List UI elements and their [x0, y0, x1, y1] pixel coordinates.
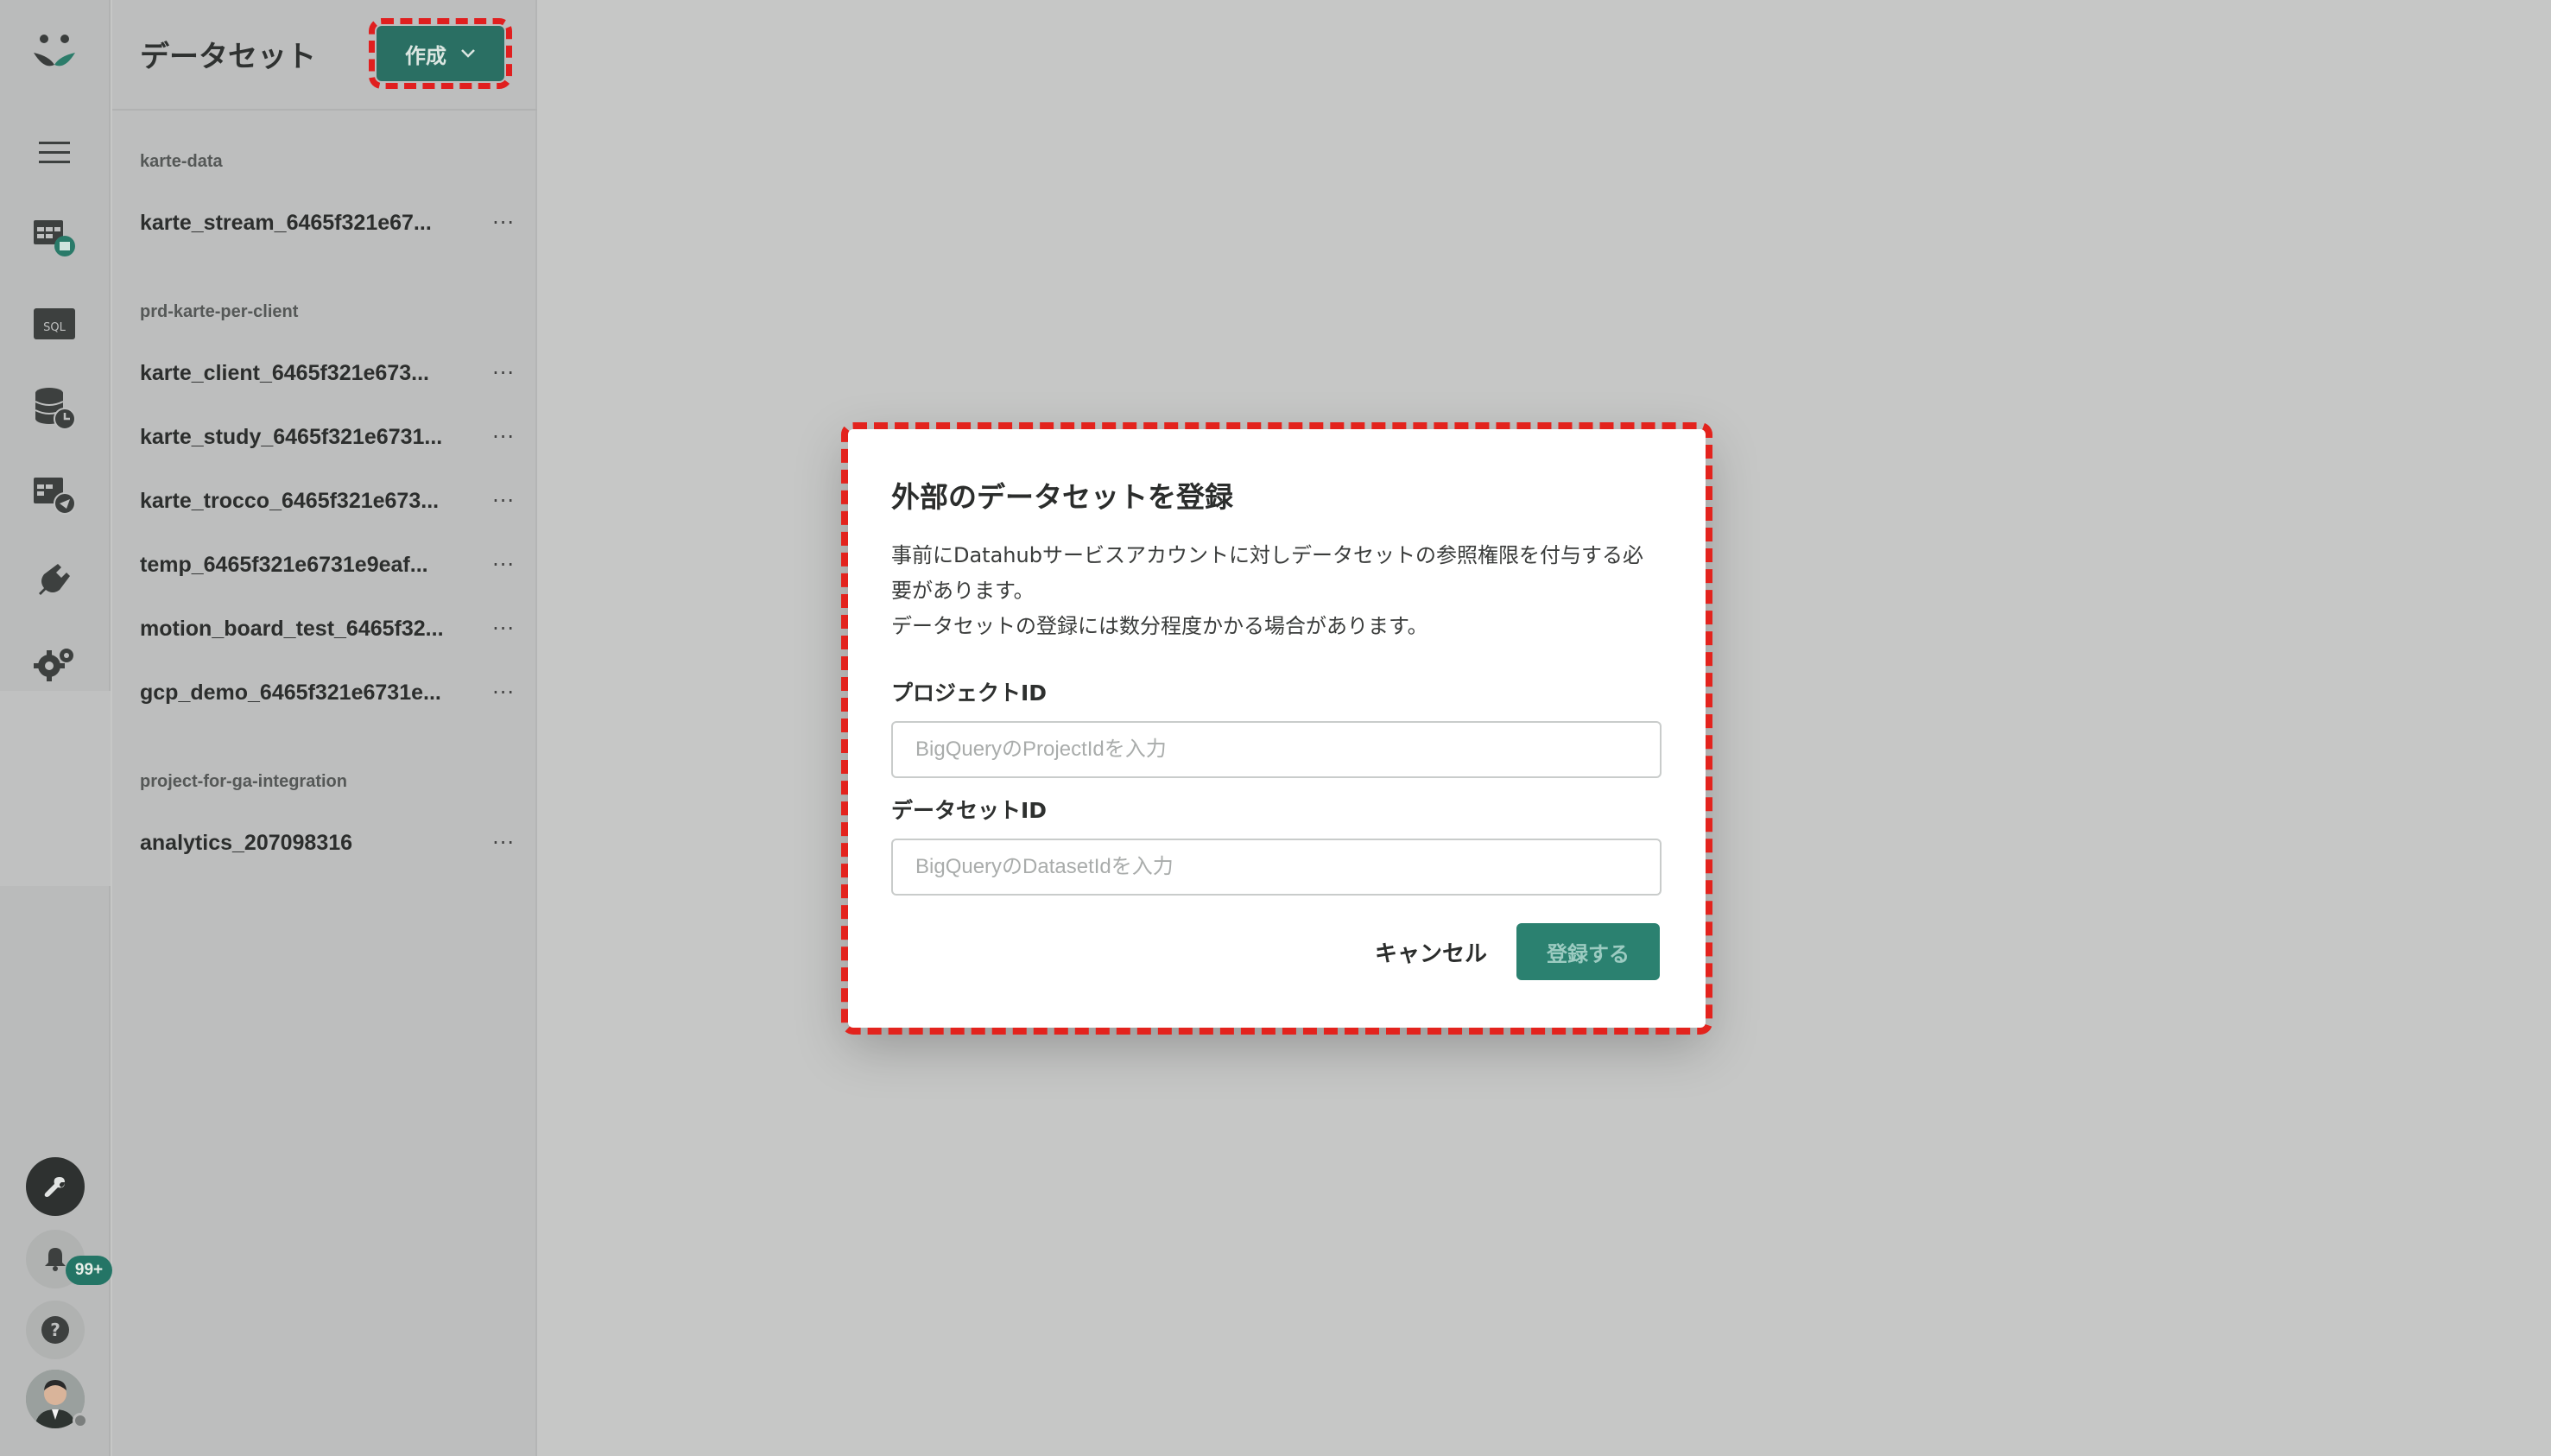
dataset-item[interactable]: motion_board_test_6465f32... ··· [140, 608, 520, 649]
dataset-id-input[interactable] [891, 839, 1662, 896]
dialog-title: 外部のデータセットを登録 [891, 480, 1233, 514]
page-title: データセット [140, 40, 316, 74]
more-options-icon[interactable]: ··· [492, 425, 520, 449]
help-button[interactable]: ? [26, 1301, 85, 1359]
register-dataset-dialog: 外部のデータセットを登録 事前にDatahubサービスアカウントに対しデータセッ… [841, 422, 1712, 1035]
database-clock-icon[interactable] [26, 380, 83, 437]
group-label: project-for-ga-integration [140, 772, 347, 791]
more-options-icon[interactable]: ··· [492, 211, 520, 235]
app: SQL 99+ ? データセット 作成 karte-data karte_str… [0, 0, 2551, 1456]
dataset-table-icon[interactable] [26, 209, 83, 266]
dataset-name: karte_stream_6465f321e67... [140, 210, 432, 235]
dataset-item[interactable]: temp_6465f321e6731e9eaf... ··· [140, 544, 520, 586]
description-line: データセットの登録には数分程度かかる場合があります。 [891, 614, 1428, 638]
presence-dot [73, 1413, 88, 1428]
svg-text:?: ? [50, 1320, 60, 1340]
dataset-name: karte_client_6465f321e673... [140, 360, 429, 385]
more-options-icon[interactable]: ··· [492, 489, 520, 513]
more-options-icon[interactable]: ··· [492, 617, 520, 641]
project-id-label: プロジェクトID [891, 681, 1048, 706]
dataset-panel: データセット 作成 karte-data karte_stream_6465f3… [112, 0, 537, 1456]
sql-icon[interactable]: SQL [26, 295, 83, 352]
table-send-icon[interactable] [26, 466, 83, 523]
settings-gear-icon[interactable] [26, 636, 83, 693]
dataset-id-label: データセットID [891, 798, 1048, 823]
wrench-icon [44, 1177, 65, 1197]
group-label: karte-data [140, 152, 223, 171]
tools-wrench-button[interactable] [26, 1157, 85, 1216]
more-options-icon[interactable]: ··· [492, 553, 520, 577]
dataset-item[interactable]: karte_client_6465f321e673... ··· [140, 352, 520, 394]
dataset-name: motion_board_test_6465f32... [140, 616, 444, 641]
register-button[interactable]: 登録する [1516, 923, 1660, 980]
dataset-name: karte_trocco_6465f321e673... [140, 488, 440, 513]
project-id-input[interactable] [891, 721, 1662, 778]
create-button-label: 作成 [405, 43, 446, 68]
dataset-item[interactable]: karte_trocco_6465f321e673... ··· [140, 480, 520, 522]
description-line: 要があります。 [891, 579, 1035, 603]
logo-icon[interactable] [26, 24, 83, 81]
more-options-icon[interactable]: ··· [492, 831, 520, 855]
dataset-name: analytics_207098316 [140, 830, 353, 855]
group-label: prd-karte-per-client [140, 302, 299, 321]
plugin-icon[interactable] [26, 551, 83, 608]
chevron-down-icon [461, 49, 475, 58]
question-icon: ? [41, 1316, 69, 1344]
menu-icon[interactable] [26, 124, 83, 181]
more-options-icon[interactable]: ··· [492, 681, 520, 705]
more-options-icon[interactable]: ··· [492, 361, 520, 385]
dataset-item[interactable]: gcp_demo_6465f321e6731e... ··· [140, 672, 520, 713]
dataset-name: temp_6465f321e6731e9eaf... [140, 552, 428, 577]
rail-selected-background [0, 691, 111, 886]
notification-count-badge: 99+ [66, 1256, 112, 1285]
dataset-item[interactable]: karte_stream_6465f321e67... ··· [140, 202, 520, 244]
svg-text:SQL: SQL [43, 321, 66, 334]
dataset-name: karte_study_6465f321e6731... [140, 424, 443, 449]
dataset-name: gcp_demo_6465f321e6731e... [140, 680, 441, 705]
create-button[interactable]: 作成 [369, 18, 512, 89]
dataset-item[interactable]: karte_study_6465f321e6731... ··· [140, 416, 520, 458]
nav-rail: SQL 99+ ? [0, 0, 112, 1456]
panel-header: データセット 作成 [112, 0, 537, 111]
cancel-button[interactable]: キャンセル [1358, 923, 1504, 980]
description-line: 事前にDatahubサービスアカウントに対しデータセットの参照権限を付与する必 [891, 543, 1643, 567]
dataset-item[interactable]: analytics_207098316 ··· [140, 822, 520, 864]
dialog-description: 事前にDatahubサービスアカウントに対しデータセットの参照権限を付与する必 … [891, 538, 1668, 644]
